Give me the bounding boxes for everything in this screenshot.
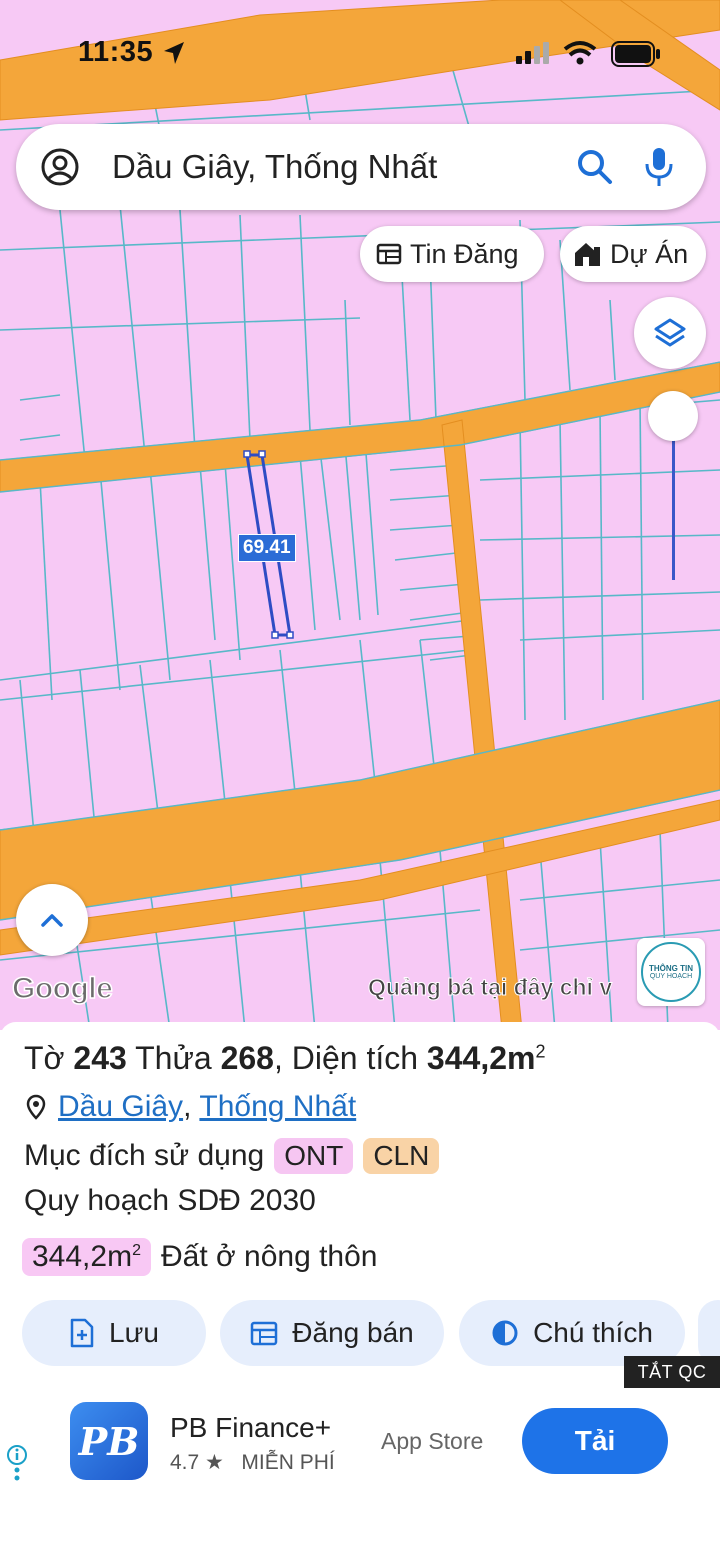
planning-area-sup: 2 bbox=[132, 1242, 141, 1259]
save-button-label: Lưu bbox=[109, 1317, 159, 1348]
listings-chip-label: Tin Đăng bbox=[410, 238, 519, 269]
badge-line1: THÔNG TIN bbox=[649, 964, 693, 973]
location-pin-icon bbox=[26, 1094, 46, 1120]
post-sale-button-label: Đăng bán bbox=[292, 1317, 414, 1348]
planning-area-tag: 344,2m2 bbox=[22, 1238, 151, 1276]
planning-area-value: 344,2m bbox=[32, 1240, 133, 1273]
ad-rating-value: 4.7 ★ bbox=[170, 1451, 224, 1474]
save-button[interactable]: Lưu bbox=[22, 1300, 206, 1366]
search-icon[interactable] bbox=[576, 148, 614, 186]
opacity-slider-handle[interactable] bbox=[648, 391, 698, 441]
planning-label: Quy hoạch SDĐ 2030 bbox=[24, 1184, 316, 1217]
planning-area-row: 344,2m2 Đất ở nông thôn bbox=[22, 1238, 377, 1276]
area-unit-sup: 2 bbox=[535, 1041, 546, 1062]
location-separator: , bbox=[183, 1090, 192, 1123]
layers-button[interactable] bbox=[634, 297, 706, 369]
parcel-location: Dầu Giây , Thống Nhất bbox=[24, 1090, 356, 1124]
planning-info-badge[interactable]: THÔNG TIN QUY HOẠCH bbox=[637, 938, 705, 1006]
ad-store-label: App Store bbox=[381, 1428, 484, 1454]
status-bar: 11:35 bbox=[0, 0, 720, 100]
signal-icon bbox=[516, 42, 549, 64]
parcel-title: Tờ 243 Thửa 268, Diện tích 344,2m2 bbox=[24, 1040, 546, 1076]
mic-icon[interactable] bbox=[644, 146, 674, 188]
purpose-label: Mục đích sử dụng bbox=[24, 1139, 265, 1172]
calendar-icon bbox=[251, 1321, 278, 1346]
district-link[interactable]: Dầu Giây bbox=[58, 1090, 183, 1124]
add-file-icon bbox=[70, 1318, 94, 1348]
avatar-icon[interactable] bbox=[40, 147, 80, 187]
install-button[interactable]: Tải bbox=[522, 1408, 668, 1474]
lot-number: 268 bbox=[220, 1040, 274, 1076]
land-use-purpose: Mục đích sử dụng ONT CLN bbox=[24, 1138, 440, 1174]
planning-land-type: Đất ở nông thôn bbox=[160, 1240, 378, 1273]
map-ad-text[interactable]: Quảng bá tại đây chỉ v bbox=[368, 974, 636, 1001]
building-icon bbox=[575, 243, 600, 266]
post-sale-button[interactable]: Đăng bán bbox=[220, 1300, 444, 1366]
chevron-up-icon bbox=[41, 914, 63, 927]
ad-price: MIỄN PHÍ bbox=[241, 1451, 335, 1474]
sheet-number: 243 bbox=[73, 1040, 127, 1076]
purpose-tag-ont: ONT bbox=[274, 1138, 354, 1174]
ad-app-name: PB Finance+ bbox=[170, 1412, 332, 1443]
badge-line2: QUY HOẠCH bbox=[649, 973, 693, 980]
ad-rating: 4.7 ★ MIỄN PHÍ bbox=[170, 1450, 335, 1475]
projects-chip-label: Dự Án bbox=[610, 238, 689, 269]
status-time: 11:35 bbox=[78, 36, 154, 68]
measurement-label: 69.41 bbox=[238, 534, 296, 562]
ad-banner[interactable]: PB PB Finance+ 4.7 ★ MIỄN PHÍ App Store … bbox=[0, 1388, 720, 1562]
area-value: 344,2m bbox=[426, 1040, 536, 1076]
purpose-tag-cln: CLN bbox=[363, 1138, 440, 1174]
area-label: Diện tích bbox=[291, 1040, 419, 1076]
projects-chip[interactable]: Dự Án bbox=[560, 226, 706, 282]
app-icon[interactable]: PB bbox=[70, 1402, 148, 1480]
province-link[interactable]: Thống Nhất bbox=[199, 1090, 356, 1124]
battery-icon bbox=[611, 41, 660, 67]
search-bar[interactable]: Dầu Giây, Thống Nhất bbox=[16, 124, 706, 210]
contrast-icon bbox=[492, 1320, 518, 1346]
opacity-slider-track[interactable] bbox=[672, 440, 675, 580]
location-arrow-icon bbox=[164, 42, 184, 64]
map-canvas[interactable]: 69.41 11:35 Dầu Giây, Thống Nhất Tin Đăn… bbox=[0, 0, 720, 1030]
wifi-icon bbox=[563, 41, 597, 65]
close-ad-button[interactable]: TẮT QC bbox=[624, 1356, 720, 1388]
listings-icon bbox=[376, 243, 402, 265]
listings-chip[interactable]: Tin Đăng bbox=[360, 226, 544, 282]
lot-label: Thửa bbox=[135, 1040, 212, 1076]
sheet-label: Tờ bbox=[24, 1040, 65, 1076]
search-input[interactable]: Dầu Giây, Thống Nhất bbox=[112, 148, 437, 186]
ad-info-icon[interactable] bbox=[6, 1444, 28, 1488]
planning-badge-ring: THÔNG TIN QUY HOẠCH bbox=[641, 942, 701, 1002]
layers-icon bbox=[654, 318, 686, 347]
legend-button-label: Chú thích bbox=[533, 1317, 653, 1348]
google-logo: Google bbox=[11, 971, 113, 1006]
expand-sheet-button[interactable] bbox=[16, 884, 88, 956]
